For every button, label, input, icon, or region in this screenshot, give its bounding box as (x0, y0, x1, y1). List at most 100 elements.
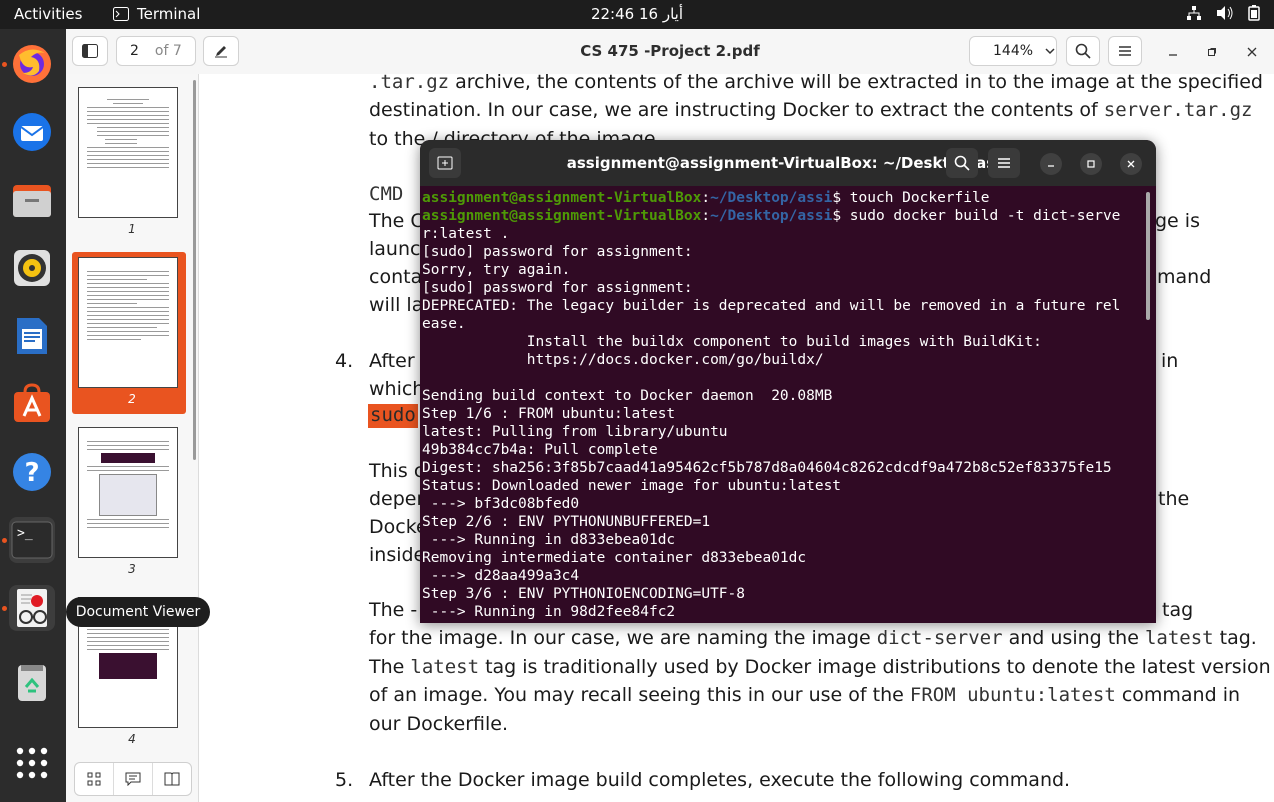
top-bar: Activities Terminal أيار 16 22:46 (0, 0, 1274, 29)
new-tab-icon (437, 156, 453, 170)
app-name: Terminal (137, 5, 201, 23)
list-number-5: 5. (335, 769, 354, 791)
terminal-search-button[interactable] (946, 148, 978, 178)
terminal-window[interactable]: assignment@assignment-VirtualBox: ~/Desk… (420, 140, 1156, 623)
svg-text:>_: >_ (17, 526, 33, 541)
dock-document-viewer[interactable] (9, 585, 55, 631)
restore-icon (1208, 48, 1216, 56)
terminal-menu-button[interactable] (988, 148, 1020, 178)
terminal-output-line: 49b384cc7b4a: Pull complete (422, 442, 658, 458)
doc-tag-line2-text: for the image. In our case, we are namin… (369, 627, 877, 649)
dock-tooltip: Document Viewer (66, 597, 210, 627)
minimize-button[interactable] (1162, 41, 1184, 63)
network-icon (1187, 6, 1201, 20)
dock-terminal[interactable]: >_ (9, 517, 55, 563)
doc-item5: After the Docker image build completes, … (369, 769, 1071, 791)
terminal-close-button[interactable] (1120, 153, 1142, 175)
doc-tag-a: The - (369, 599, 418, 621)
terminal-line-2: assignment@assignment-VirtualBox:~/Deskt… (422, 208, 1121, 224)
code-latest-2: latest (410, 656, 480, 678)
doc-para-d: inside (369, 544, 426, 566)
doc-line-1: archive, the contents of the archive wil… (449, 74, 1263, 93)
dock-help[interactable]: ? (9, 449, 55, 495)
files-icon (13, 185, 51, 217)
thumbnail-sidebar: 1 2 3 4 (66, 74, 199, 802)
terminal-output-line: ---> Running in d833ebea01dc (422, 532, 676, 548)
terminal-output-line: Sorry, try again. (422, 262, 571, 278)
search-button[interactable] (1066, 36, 1100, 66)
terminal-output-line: Step 3/6 : ENV PYTHONIOENCODING=UTF-8 (422, 586, 746, 602)
doc-para-b2: the (1158, 488, 1190, 510)
terminal-output-line: DEPRECATED: The legacy builder is deprec… (422, 298, 1121, 314)
doc-tag-line5: our Dockerfile. (369, 713, 509, 735)
page-thumbnail-1[interactable] (78, 87, 178, 218)
main-menu-button[interactable] (1108, 36, 1142, 66)
dock-thunderbird[interactable] (9, 109, 55, 155)
thunderbird-icon (13, 113, 51, 151)
firefox-icon (13, 45, 51, 83)
dock-files[interactable] (9, 177, 55, 223)
prompt-user: assignment@assignment-VirtualBox (422, 208, 702, 224)
close-icon (1247, 47, 1257, 57)
writer-icon (17, 318, 47, 354)
bookmarks-tab[interactable] (153, 763, 191, 795)
zoom-selector[interactable]: 144% (969, 36, 1057, 66)
doc-tag-a2: tag (1162, 599, 1194, 621)
new-tab-button[interactable] (429, 148, 461, 178)
pencil-icon (215, 46, 227, 58)
terminal-output-line: Step 2/6 : ENV PYTHONUNBUFFERED=1 (422, 514, 711, 530)
grid-icon (87, 772, 101, 786)
page-selector[interactable]: 2 of 7 (116, 36, 196, 66)
dock-trash[interactable] (9, 659, 55, 705)
sidebar-icon (82, 44, 98, 58)
terminal-output-line: ---> d28aa499a3c4 (422, 568, 580, 584)
terminal-output-line: Install the buildx component to build im… (422, 334, 1042, 350)
dock-firefox[interactable] (9, 41, 55, 87)
terminal-output[interactable]: assignment@assignment-VirtualBox:~/Deskt… (422, 189, 1144, 621)
thumbnails-tab[interactable] (75, 763, 114, 795)
prompt-path: ~/Desktop/assi (710, 190, 833, 206)
terminal-output-line: ---> bf3dc08bfed0 (422, 496, 580, 512)
terminal-headerbar[interactable]: assignment@assignment-VirtualBox: ~/Desk… (420, 140, 1156, 186)
prompt-path: ~/Desktop/assi (710, 208, 833, 224)
sidebar-scrollbar[interactable] (193, 80, 196, 460)
maximize-button[interactable] (1201, 41, 1223, 63)
terminal-output-line: [sudo] password for assignment: (422, 280, 693, 296)
dock-libreoffice-writer[interactable] (9, 313, 55, 359)
system-tray[interactable] (1186, 5, 1260, 21)
dock-rhythmbox[interactable] (9, 245, 55, 291)
comment-icon (125, 772, 141, 786)
terminal-output-line: Sending build context to Docker daemon 2… (422, 388, 833, 404)
doc-item4-b: in (1161, 350, 1179, 372)
doc-item4-c: which (369, 378, 425, 400)
dock-show-apps[interactable] (9, 740, 55, 786)
terminal-scrollbar[interactable] (1146, 192, 1150, 320)
terminal-output-line: https://docs.docker.com/go/buildx/ (422, 352, 824, 368)
code-dict-server: dict-server (876, 627, 1003, 649)
dock: ? >_ (0, 29, 66, 802)
search-icon (954, 155, 970, 171)
svg-text:?: ? (24, 458, 39, 488)
doc-line-launch: launc (369, 238, 421, 260)
terminal-minimize-button[interactable] (1040, 153, 1062, 175)
sidebar-toggle-button[interactable] (72, 36, 108, 66)
doc-line-2: destination. In our case, we are instruc… (369, 99, 1104, 121)
code-server-targz: server.tar.gz (1103, 99, 1253, 121)
sidebar-view-switcher (74, 762, 192, 796)
doc-tag-line2-mid: and using the (1002, 627, 1145, 649)
page-thumbnail-2[interactable] (78, 257, 178, 388)
dock-software-center[interactable] (9, 381, 55, 427)
app-menu[interactable]: Terminal (113, 5, 200, 23)
terminal-output-line: Removing intermediate container d833ebea… (422, 550, 807, 566)
doc-tag-line2-end: tag. (1213, 627, 1257, 649)
close-button[interactable] (1241, 41, 1263, 63)
hamburger-menu-icon (998, 158, 1010, 168)
page-number-input[interactable]: 2 (130, 43, 139, 59)
page-thumbnail-3[interactable] (78, 427, 178, 558)
annotations-tab[interactable] (114, 763, 153, 795)
help-icon: ? (13, 453, 51, 491)
activities-button[interactable]: Activities (14, 5, 82, 23)
doc-line-mand: mand (1157, 266, 1212, 288)
annotate-button[interactable] (203, 36, 239, 66)
terminal-maximize-button[interactable] (1080, 153, 1102, 175)
